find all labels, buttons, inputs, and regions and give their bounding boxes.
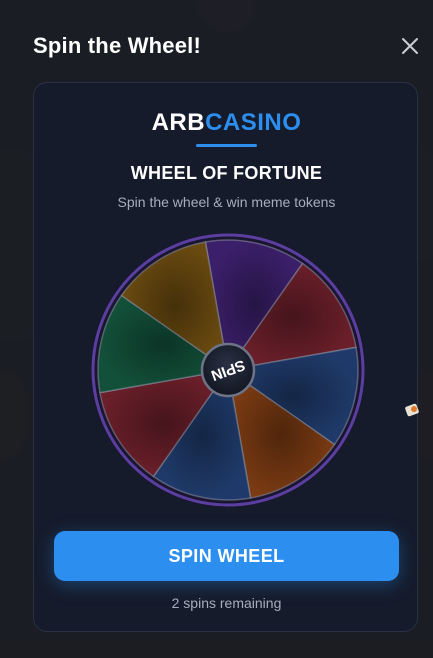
notification-badge-icon[interactable]: [404, 402, 420, 418]
brand-part-arb: ARB: [151, 109, 206, 136]
spin-wheel-button[interactable]: SPIN WHEEL: [54, 531, 399, 581]
fortune-wheel[interactable]: SPIN: [90, 232, 366, 508]
wheel-heading: WHEEL OF FORTUNE: [130, 163, 323, 183]
modal-title: Spin the Wheel!: [33, 33, 201, 58]
wheel-card: ARBCASINO WHEEL OF FORTUNE Spin the whee…: [33, 82, 418, 632]
brand-underline: [196, 144, 257, 147]
spin-wheel-modal: Spin the Wheel! ARBCASINO WHEEL OF FORTU…: [0, 0, 433, 658]
brand-logo: ARBCASINO: [34, 109, 419, 137]
close-icon[interactable]: [398, 34, 422, 58]
wheel-subheading: Spin the wheel & win meme tokens: [117, 194, 336, 210]
brand-part-casino: CASINO: [205, 109, 302, 136]
wheel-graphic: SPIN: [91, 233, 365, 507]
spins-remaining-text: 2 spins remaining: [171, 595, 282, 611]
